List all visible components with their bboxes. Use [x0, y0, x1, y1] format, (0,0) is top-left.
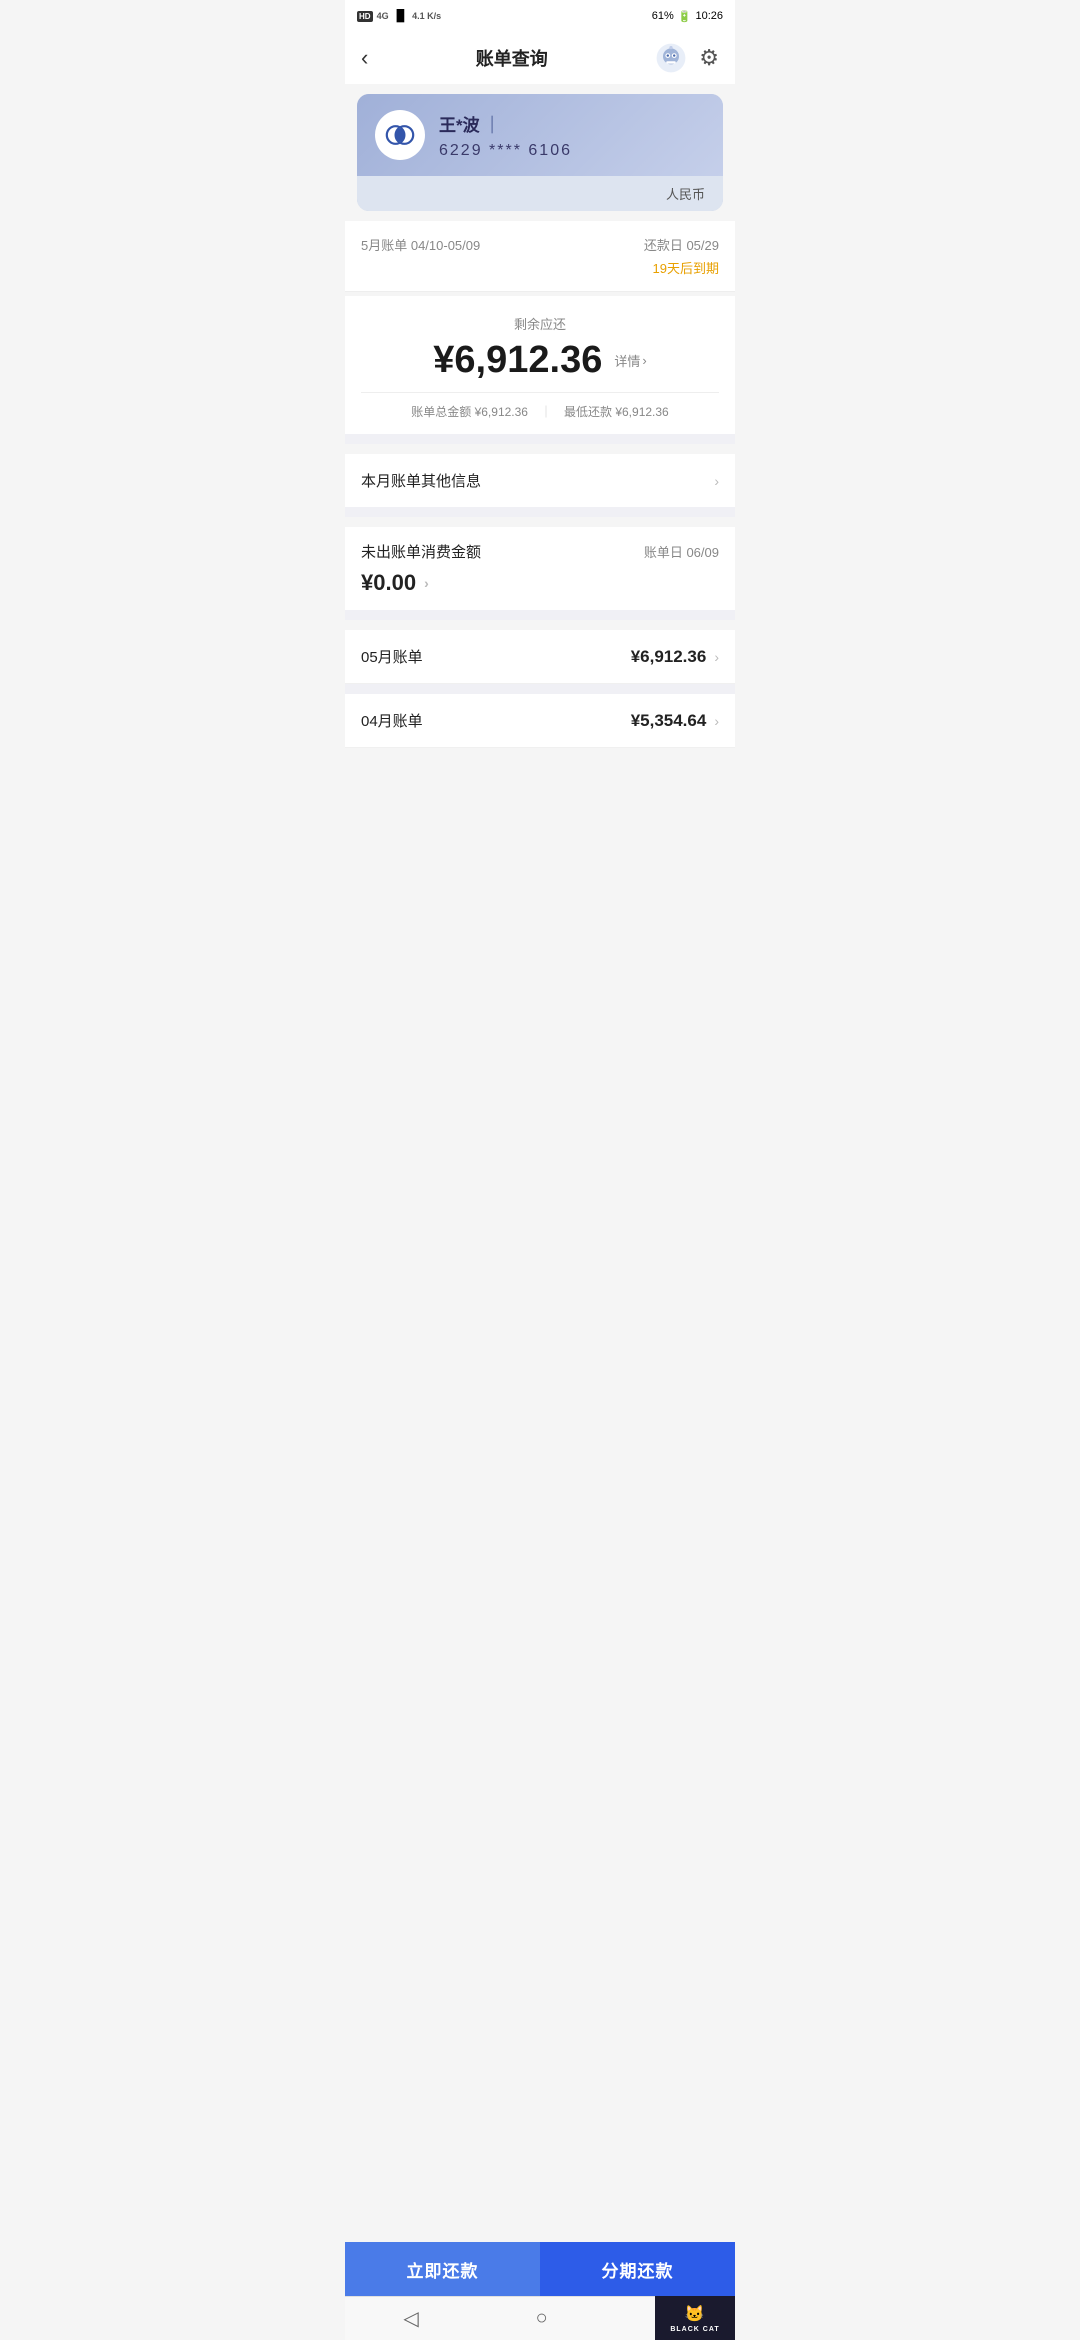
card-user-name: 王*波｜: [439, 111, 705, 136]
nav-right-icons: ⚙: [655, 42, 719, 74]
back-button[interactable]: ‹: [361, 45, 368, 71]
total-label: 账单总金额 ¥6,912.36: [411, 403, 528, 420]
remain-amount: ¥6,912.36: [433, 339, 602, 382]
monthly-bill-item-0[interactable]: 05月账单 ¥6,912.36 ›: [345, 630, 735, 684]
installment-repay-button[interactable]: 分期还款: [540, 2242, 735, 2296]
unposted-date: 账单日 06/09: [644, 542, 719, 561]
nav-header: ‹ 账单查询 ⚙: [345, 32, 735, 84]
battery-icon: 🔋: [678, 10, 692, 23]
section-divider-1: [345, 434, 735, 444]
section-divider-4: [345, 684, 735, 694]
monthly-bill-item-1[interactable]: 04月账单 ¥5,354.64 ›: [345, 694, 735, 748]
hd-badge: HD: [357, 11, 373, 22]
other-info-right: ›: [714, 473, 719, 489]
monthly-bill-amount-1: ¥5,354.64: [631, 711, 707, 731]
settings-icon[interactable]: ⚙: [699, 45, 719, 71]
amount-sub: 账单总金额 ¥6,912.36 ｜ 最低还款 ¥6,912.36: [361, 392, 719, 420]
section-divider-2: [345, 507, 735, 517]
monthly-bill-right-0: ¥6,912.36 ›: [631, 647, 719, 667]
battery-text: 61%: [652, 10, 674, 22]
cat-icon: 🐱: [685, 2304, 706, 2324]
divider: [345, 291, 735, 292]
home-nav-button[interactable]: ○: [516, 2301, 568, 2336]
detail-link[interactable]: 详情 ›: [614, 351, 646, 370]
card-currency: 人民币: [357, 176, 723, 211]
sub-divider: ｜: [540, 403, 552, 420]
speed-text: 4.1 K/s: [412, 11, 441, 21]
card-main: 王*波｜ 6229 **** 6106: [357, 94, 723, 176]
bill-due-days: 19天后到期: [644, 258, 719, 277]
bill-period-label: 5月账单 04/10-05/09: [361, 235, 480, 254]
status-right: 61% 🔋 10:26: [652, 10, 723, 23]
bottom-nav: ◁ ○ □ 🐱 BLACK CAT: [345, 2296, 735, 2340]
bank-logo: [375, 110, 425, 160]
status-left: HD 4G ▐▌ 4.1 K/s: [357, 10, 441, 22]
signal-bars: ▐▌: [393, 10, 409, 22]
bill-period-right: 还款日 05/29 19天后到期: [644, 235, 719, 277]
section-divider-3: [345, 610, 735, 620]
black-cat-text: BLACK CAT: [670, 2326, 719, 2333]
card-number: 6229 **** 6106: [439, 142, 705, 160]
card-section: 王*波｜ 6229 **** 6106 人民币: [357, 94, 723, 211]
monthly-bill-amount-0: ¥6,912.36: [631, 647, 707, 667]
hd2-badge: 4G: [377, 11, 389, 21]
monthly-bill-right-1: ¥5,354.64 ›: [631, 711, 719, 731]
unposted-label: 未出账单消费金额: [361, 541, 481, 562]
page-title: 账单查询: [476, 45, 548, 71]
bill-due-label: 还款日 05/29: [644, 235, 719, 254]
time-text: 10:26: [695, 10, 723, 22]
chevron-right-icon: ›: [424, 575, 429, 591]
monthly-bills-section: 05月账单 ¥6,912.36 › 04月账单 ¥5,354.64 ›: [345, 630, 735, 748]
other-info-item[interactable]: 本月账单其他信息 ›: [345, 454, 735, 507]
back-nav-button[interactable]: ◁: [383, 2300, 438, 2337]
chevron-right-icon: ›: [714, 649, 719, 665]
immediate-repay-button[interactable]: 立即还款: [345, 2242, 540, 2296]
unposted-header: 未出账单消费金额 账单日 06/09: [361, 541, 719, 562]
unposted-amount[interactable]: ¥0.00 ›: [361, 570, 719, 596]
monthly-bill-label-0: 05月账单: [361, 646, 423, 667]
chevron-right-icon: ›: [714, 713, 719, 729]
amount-section: 剩余应还 ¥6,912.36 详情 › 账单总金额 ¥6,912.36 ｜ 最低…: [345, 296, 735, 434]
chevron-right-icon: ›: [714, 473, 719, 489]
amount-row: ¥6,912.36 详情 ›: [361, 339, 719, 382]
card-info: 王*波｜ 6229 **** 6106: [439, 111, 705, 160]
black-cat-watermark: 🐱 BLACK CAT: [655, 2296, 735, 2340]
status-bar: HD 4G ▐▌ 4.1 K/s 61% 🔋 10:26: [345, 0, 735, 32]
bill-period: 5月账单 04/10-05/09 还款日 05/29 19天后到期: [345, 221, 735, 291]
bottom-spacer: [345, 748, 735, 848]
remain-label: 剩余应还: [361, 314, 719, 333]
chevron-right-icon: ›: [642, 353, 646, 368]
robot-icon[interactable]: [655, 42, 687, 74]
other-info-section: 本月账单其他信息 ›: [345, 454, 735, 507]
min-label: 最低还款 ¥6,912.36: [564, 403, 669, 420]
bottom-buttons: 立即还款 分期还款: [345, 2242, 735, 2296]
unposted-section: 未出账单消费金额 账单日 06/09 ¥0.00 ›: [345, 527, 735, 610]
monthly-bill-label-1: 04月账单: [361, 710, 423, 731]
other-info-label: 本月账单其他信息: [361, 470, 481, 491]
